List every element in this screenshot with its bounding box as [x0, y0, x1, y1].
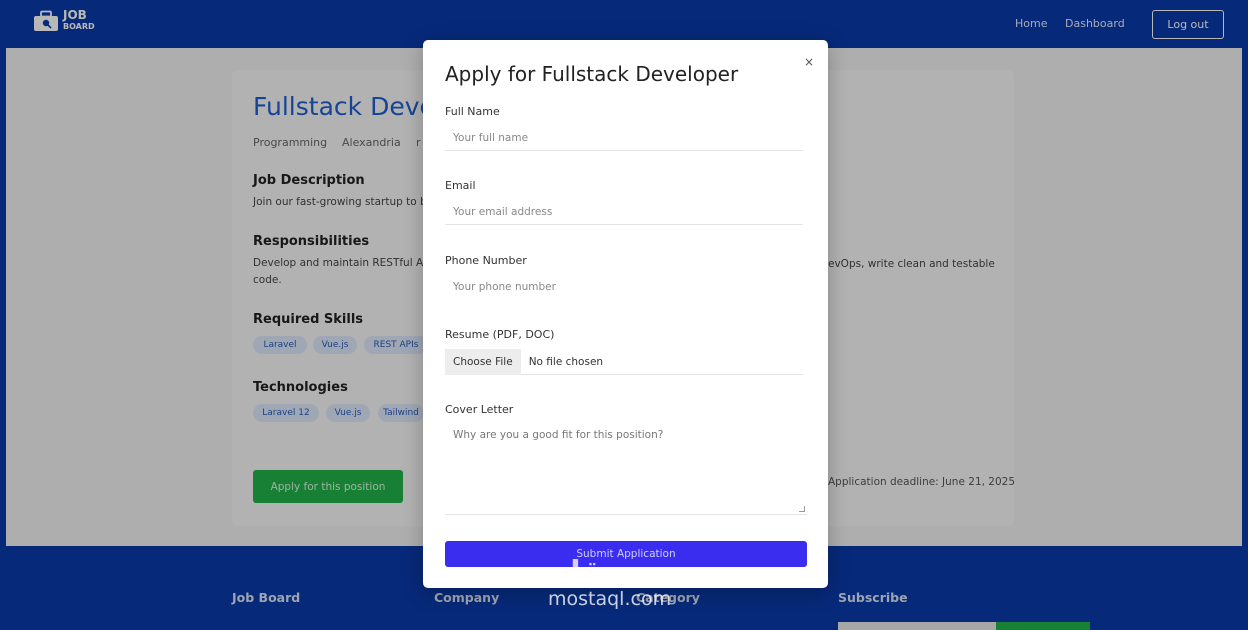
apply-modal: Apply for Fullstack Developer × Full Nam…: [423, 40, 828, 588]
email-input[interactable]: Your email address: [445, 200, 803, 225]
file-status: No file chosen: [528, 355, 604, 368]
email-label: Email: [445, 179, 476, 192]
resume-label: Resume (PDF, DOC): [445, 328, 555, 341]
full-name-input[interactable]: Your full name: [445, 126, 803, 151]
cover-letter-placeholder: Why are you a good fit for this position…: [453, 429, 664, 441]
resize-handle-icon[interactable]: [799, 506, 805, 512]
cover-letter-label: Cover Letter: [445, 403, 514, 416]
watermark-arabic: مستقل: [554, 555, 665, 590]
phone-input[interactable]: Your phone number: [445, 274, 585, 299]
cover-letter-textarea[interactable]: Why are you a good fit for this position…: [445, 423, 807, 515]
watermark-latin: mostaql.com: [548, 588, 672, 610]
modal-title: Apply for Fullstack Developer: [445, 62, 739, 86]
full-name-label: Full Name: [445, 105, 500, 118]
phone-label: Phone Number: [445, 254, 527, 267]
watermark: مستقل mostaql.com: [548, 555, 672, 611]
resume-file-input[interactable]: Choose File No file chosen: [445, 348, 803, 375]
close-icon[interactable]: ×: [803, 56, 815, 68]
choose-file-button[interactable]: Choose File: [445, 348, 521, 375]
